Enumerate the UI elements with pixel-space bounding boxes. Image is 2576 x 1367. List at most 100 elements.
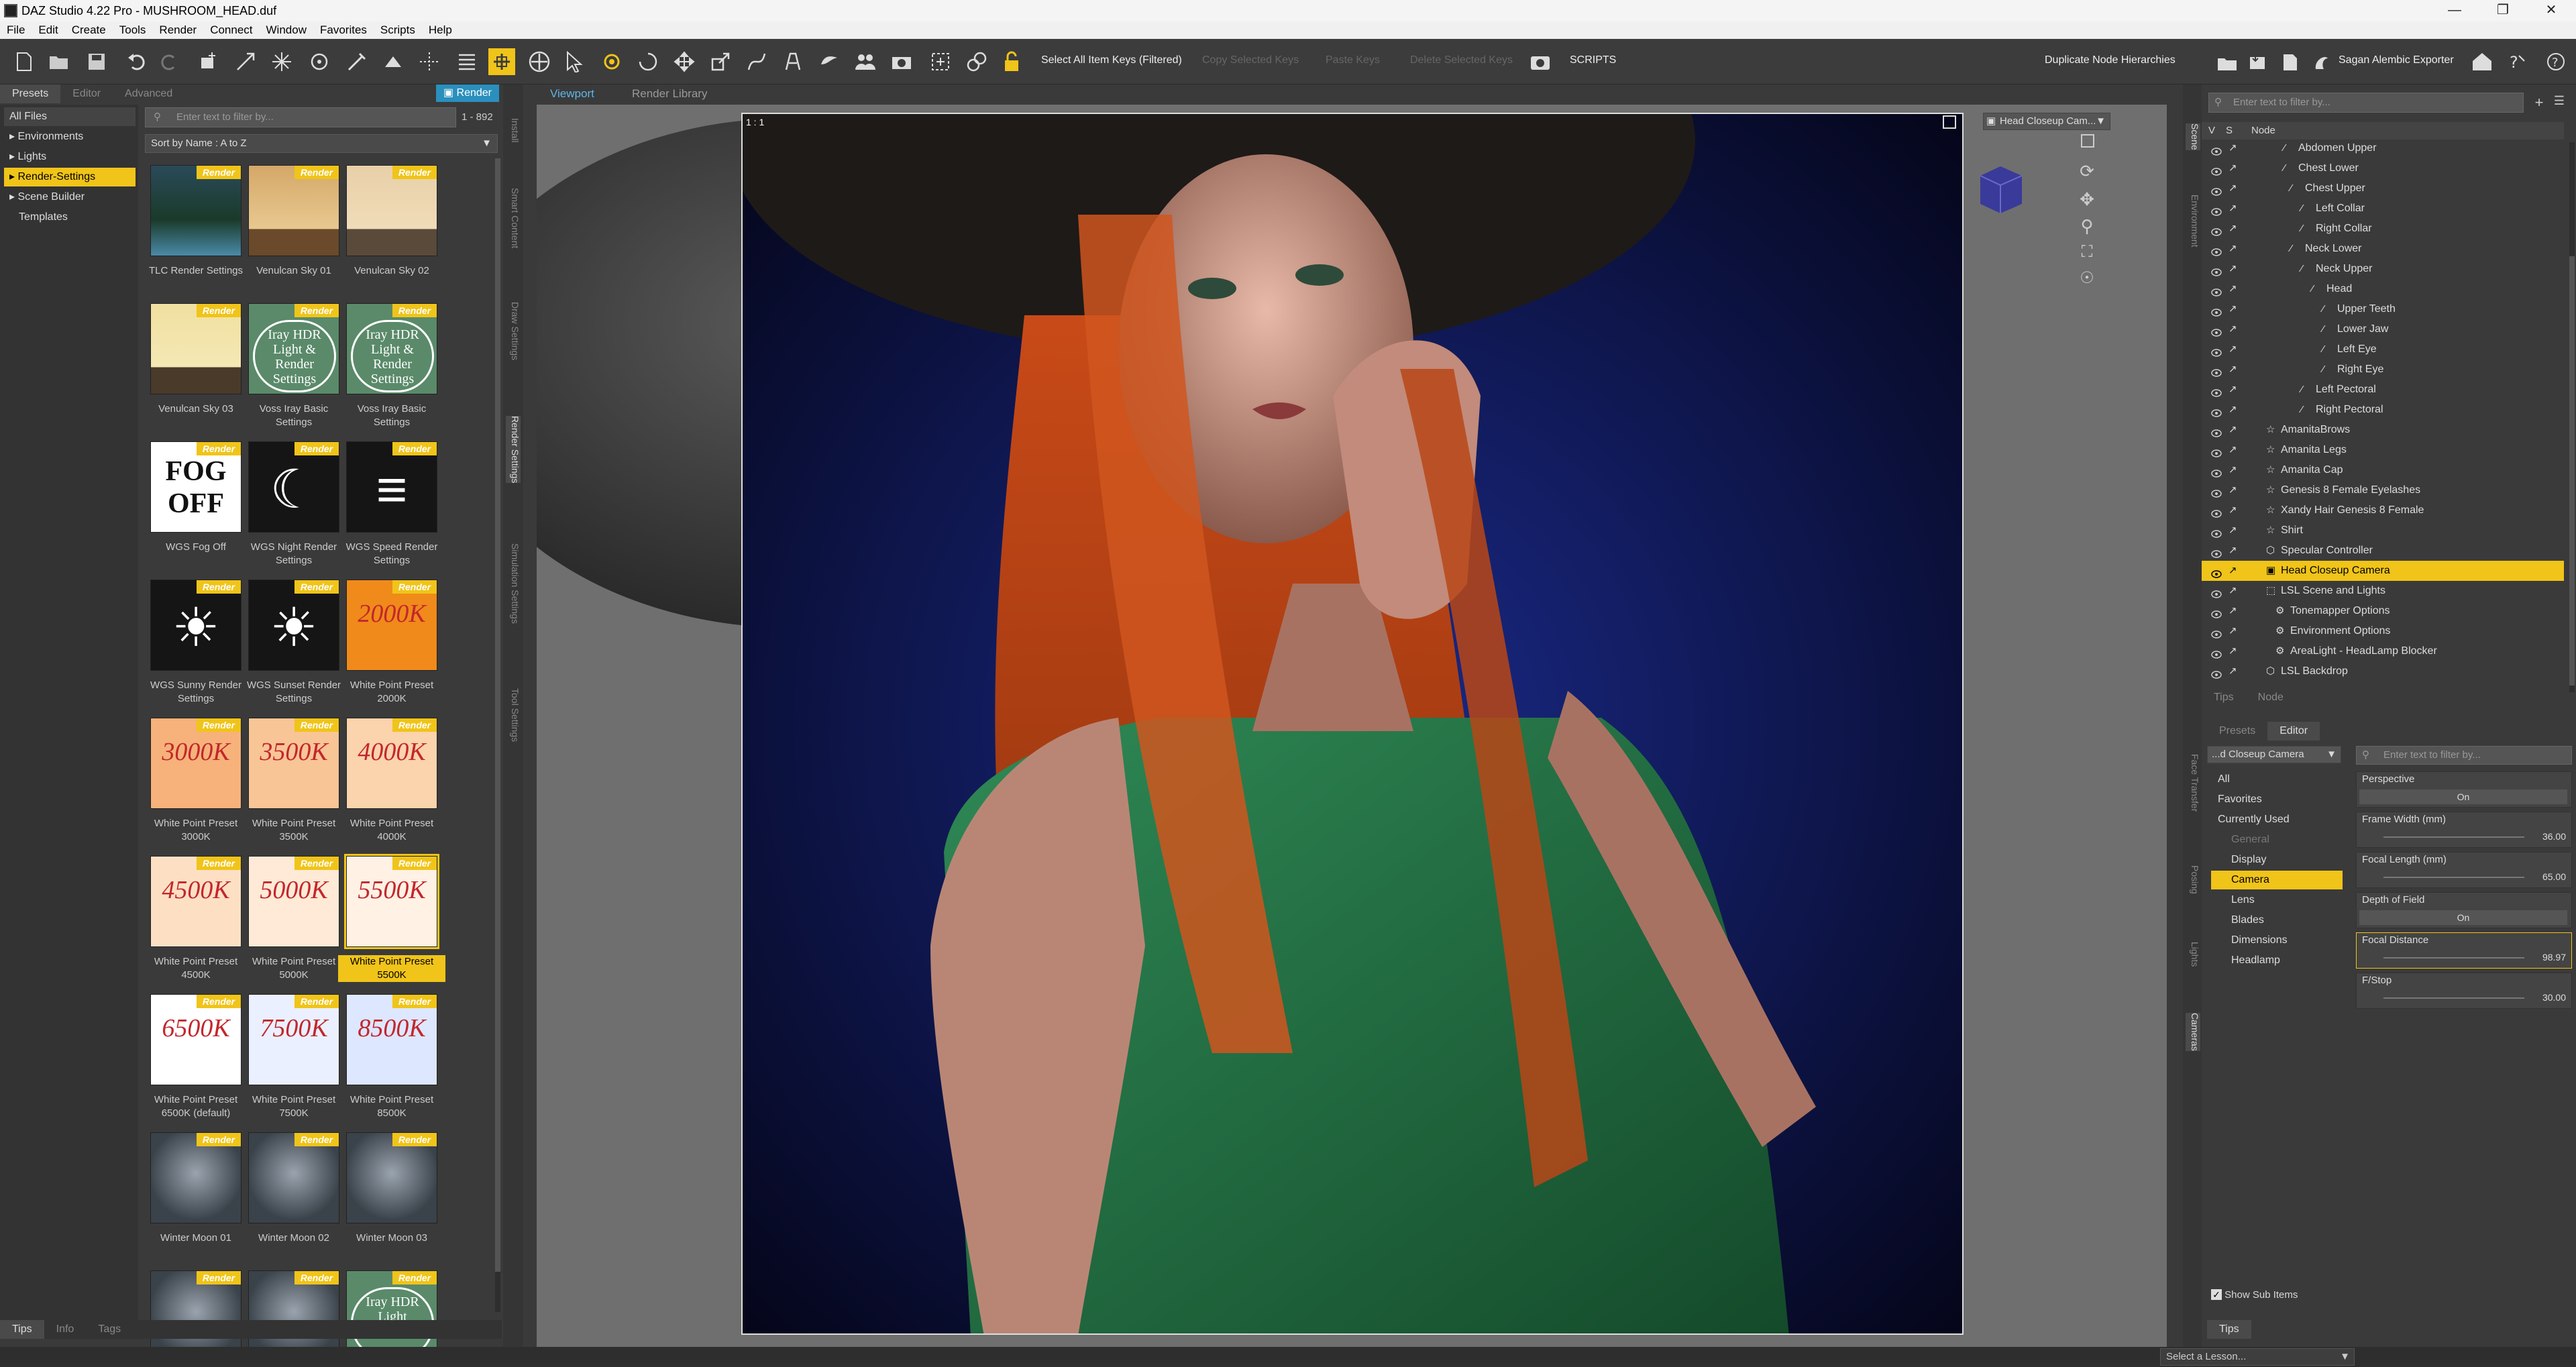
visibility-eye-icon[interactable] — [2211, 486, 2222, 498]
selectable-pointer-icon[interactable]: ↗ — [2229, 299, 2237, 319]
bridge-icon[interactable] — [2245, 48, 2271, 75]
preset-label[interactable]: WGS Speed Render Settings — [338, 541, 445, 567]
property-value[interactable]: 65.00 — [2542, 871, 2566, 882]
menu-edit[interactable]: Edit — [32, 23, 64, 37]
scene-node-row[interactable]: ↗ ⚙ AreaLight - HeadLamp Blocker — [2202, 641, 2564, 661]
tab-viewport[interactable]: Viewport — [550, 87, 594, 101]
side-tab-tool-settings[interactable]: Tool Settings — [506, 688, 521, 742]
param-group-item[interactable]: Display — [2211, 851, 2343, 869]
scene-node-row[interactable]: ↗ ⁄ Upper Teeth — [2202, 299, 2564, 319]
visibility-eye-icon[interactable] — [2211, 305, 2222, 317]
geometry-editor-icon[interactable] — [343, 48, 370, 75]
minimize-button[interactable]: — — [2431, 0, 2478, 21]
visibility-eye-icon[interactable] — [2211, 385, 2222, 397]
preset-label[interactable]: White Point Preset 4500K — [142, 955, 250, 982]
tab-tips[interactable]: Tips — [0, 1320, 44, 1339]
menu-file[interactable]: File — [0, 23, 32, 37]
property-toggle[interactable]: On — [2359, 789, 2567, 804]
scene-node-row[interactable]: ↗ ⚙ Tonemapper Options — [2202, 601, 2564, 621]
scene-node-row[interactable]: ↗ ☆ Amanita Legs — [2202, 440, 2564, 460]
content-filter-input[interactable]: ⚲ Enter text to filter by... — [145, 107, 456, 127]
tab-presets[interactable]: Presets — [0, 85, 61, 103]
preset-thumbnail[interactable]: Render — [150, 1132, 241, 1223]
params-filter-input[interactable]: ⚲ Enter text to filter by... — [2356, 746, 2572, 765]
preset-label[interactable]: WGS Sunny Render Settings — [142, 679, 250, 706]
preset-thumbnail[interactable]: ☀ Render — [150, 580, 241, 671]
preset-thumbnail[interactable]: ≡ Render — [346, 441, 437, 533]
visibility-eye-icon[interactable] — [2211, 626, 2222, 639]
selectable-pointer-icon[interactable]: ↗ — [2229, 199, 2237, 219]
selectable-pointer-icon[interactable]: ↗ — [2229, 561, 2237, 581]
selectable-pointer-icon[interactable]: ↗ — [2229, 279, 2237, 299]
property-slider[interactable] — [2383, 877, 2524, 878]
visibility-eye-icon[interactable] — [2211, 144, 2222, 156]
preset-thumbnail[interactable]: Render — [150, 303, 241, 394]
visibility-eye-icon[interactable] — [2211, 667, 2222, 679]
category-all-files[interactable]: All Files — [4, 107, 136, 126]
visibility-eye-icon[interactable] — [2211, 466, 2222, 478]
side-tab-draw-settings[interactable]: Draw Settings — [506, 302, 521, 360]
scene-node-row[interactable]: ↗ ⁄ Left Eye — [2202, 339, 2564, 360]
viewport-menu-icon[interactable] — [2081, 134, 2094, 148]
selectable-pointer-icon[interactable]: ↗ — [2229, 178, 2237, 199]
menu-render[interactable]: Render — [152, 23, 203, 37]
category-templates[interactable]: Templates — [4, 208, 136, 227]
selectable-pointer-icon[interactable]: ↗ — [2229, 380, 2237, 400]
tab-params-editor[interactable]: Editor — [2267, 722, 2320, 741]
preset-thumbnail[interactable]: 4500K Render — [150, 856, 241, 947]
menu-create[interactable]: Create — [65, 23, 113, 37]
menu-help[interactable]: Help — [422, 23, 459, 37]
visibility-eye-icon[interactable] — [2211, 425, 2222, 437]
visibility-eye-icon[interactable] — [2211, 405, 2222, 417]
link-icon[interactable] — [963, 48, 990, 75]
tab-scene-node[interactable]: Node — [2246, 688, 2296, 707]
camera-tool-icon[interactable] — [888, 48, 915, 75]
add-icon[interactable]: + — [2530, 94, 2548, 111]
selectable-pointer-icon[interactable]: ↗ — [2229, 440, 2237, 460]
selectable-pointer-icon[interactable]: ↗ — [2229, 500, 2237, 521]
visibility-eye-icon[interactable] — [2211, 325, 2222, 337]
scene-node-row[interactable]: ↗ ⁄ Left Collar — [2202, 199, 2564, 219]
preset-thumbnail[interactable]: 5500K Render — [344, 854, 439, 949]
zoom-icon[interactable]: ⚲ — [2074, 216, 2100, 243]
scene-node-row[interactable]: ↗ ⁄ Neck Upper — [2202, 259, 2564, 279]
selectable-pointer-icon[interactable]: ↗ — [2229, 521, 2237, 541]
group-icon[interactable] — [852, 48, 879, 75]
align-icon[interactable] — [453, 48, 480, 75]
scale-icon[interactable] — [707, 48, 734, 75]
selectable-pointer-icon[interactable]: ↗ — [2229, 621, 2237, 641]
preset-label[interactable]: Venulcan Sky 01 — [240, 264, 347, 278]
preset-label[interactable]: WGS Sunset Render Settings — [240, 679, 347, 706]
render-bird-icon[interactable] — [816, 48, 843, 75]
side-tab-render-settings[interactable]: Render Settings — [506, 416, 521, 484]
visibility-eye-icon[interactable] — [2211, 164, 2222, 176]
selectable-pointer-icon[interactable]: ↗ — [2229, 460, 2237, 480]
scene-node-row[interactable]: ↗ ⁄ Chest Upper — [2202, 178, 2564, 199]
selectable-pointer-icon[interactable]: ↗ — [2229, 219, 2237, 239]
property-field[interactable]: Depth of Field On — [2356, 892, 2572, 928]
preset-thumbnail[interactable]: 8500K Render — [346, 994, 437, 1085]
visibility-eye-icon[interactable] — [2211, 345, 2222, 357]
close-button[interactable]: ✕ — [2528, 0, 2575, 21]
preset-thumbnail[interactable]: ☾ Render — [248, 441, 339, 533]
selectable-pointer-icon[interactable]: ↗ — [2229, 541, 2237, 561]
maximize-button[interactable]: ❐ — [2479, 0, 2526, 21]
lock-icon[interactable] — [1000, 48, 1026, 75]
property-slider[interactable] — [2383, 997, 2524, 999]
visibility-eye-icon[interactable] — [2211, 264, 2222, 276]
scene-node-row[interactable]: ↗ ⁄ Right Collar — [2202, 219, 2564, 239]
selectable-pointer-icon[interactable]: ↗ — [2229, 319, 2237, 339]
property-field[interactable]: Focal Distance 98.97 — [2356, 932, 2572, 969]
property-value[interactable]: 30.00 — [2542, 992, 2566, 1003]
move-tool-icon[interactable] — [526, 48, 553, 75]
visibility-eye-icon[interactable] — [2211, 586, 2222, 598]
property-value[interactable]: 36.00 — [2542, 831, 2566, 842]
scene-node-row[interactable]: ↗ ⁄ Head — [2202, 279, 2564, 299]
selectable-pointer-icon[interactable]: ↗ — [2229, 360, 2237, 380]
visibility-eye-icon[interactable] — [2211, 445, 2222, 457]
open-file-icon[interactable] — [46, 48, 72, 75]
tab-info[interactable]: Info — [44, 1320, 87, 1339]
select-all-keys-button[interactable]: Select All Item Keys (Filtered) — [1041, 54, 1182, 66]
selectable-pointer-icon[interactable]: ↗ — [2229, 259, 2237, 279]
visibility-eye-icon[interactable] — [2211, 526, 2222, 538]
